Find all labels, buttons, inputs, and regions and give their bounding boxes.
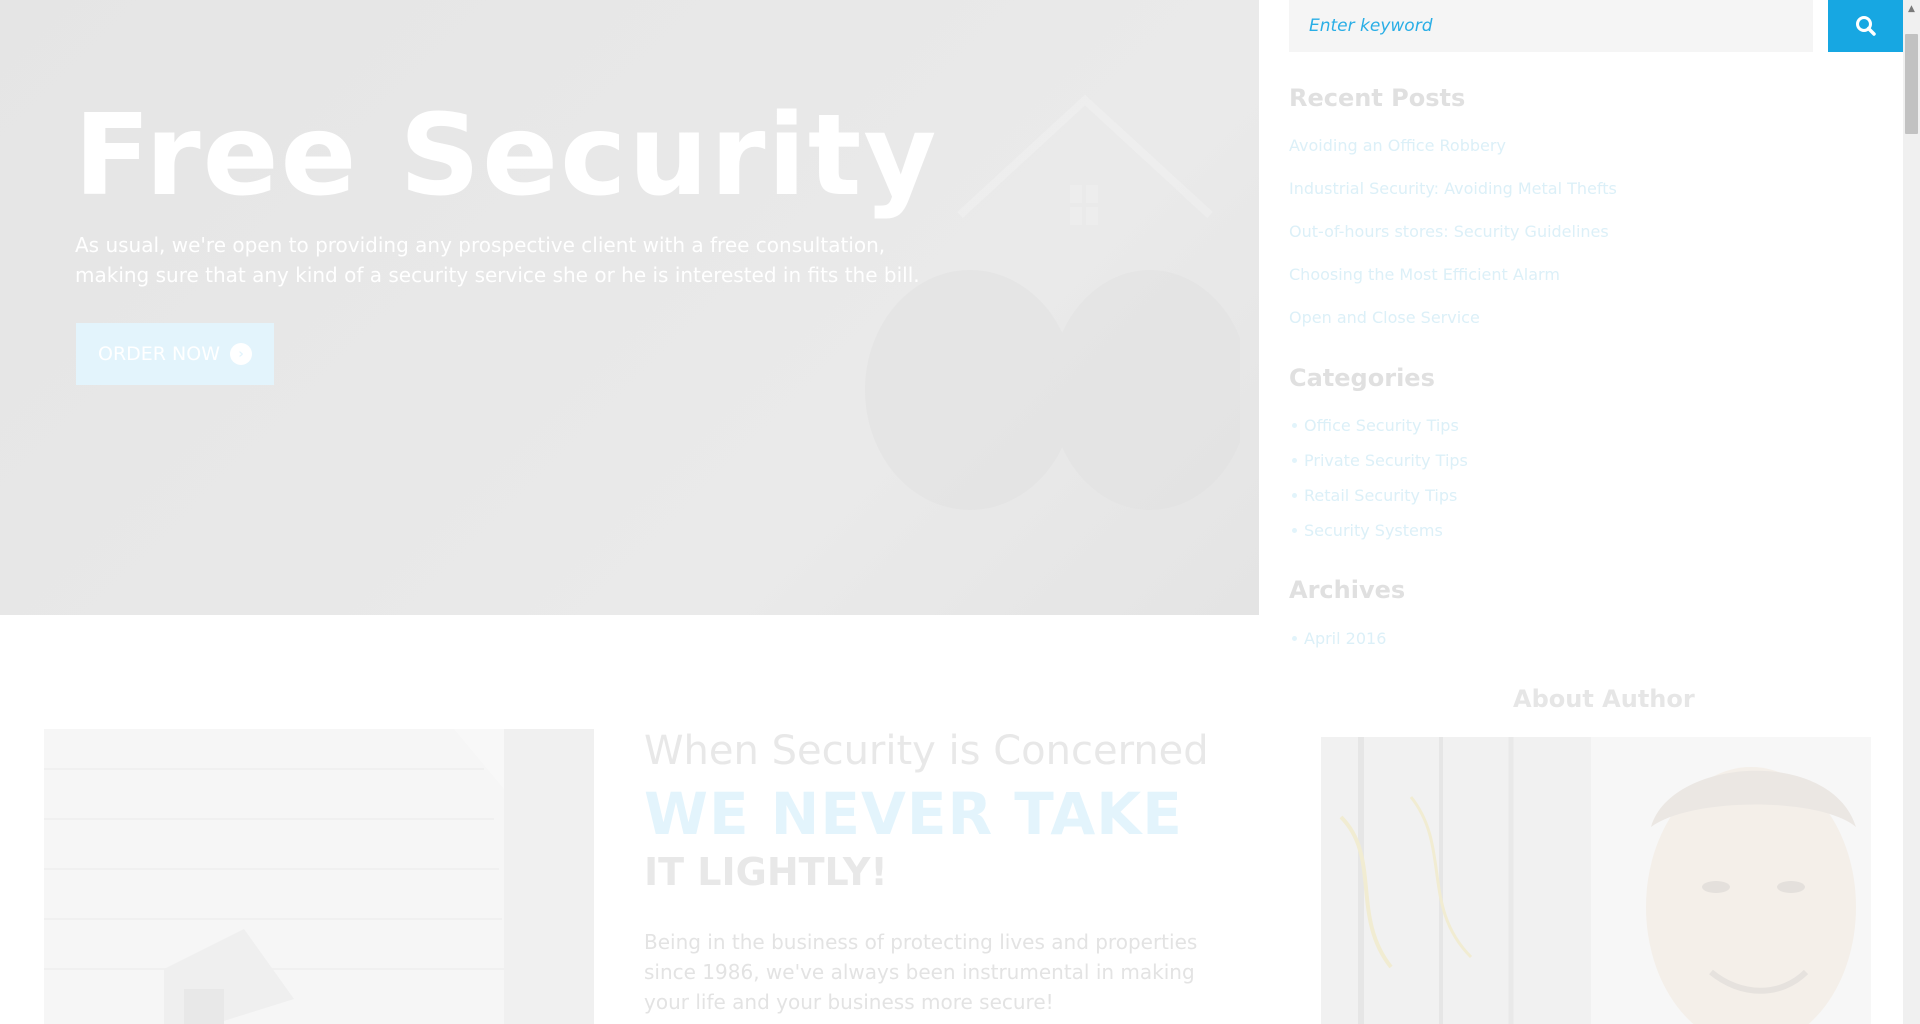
search-button[interactable] [1828,0,1903,52]
recent-post-link[interactable]: Choosing the Most Efficient Alarm [1289,265,1560,284]
order-now-button[interactable]: ORDER NOW › [76,323,274,385]
archive-label: April 2016 [1304,629,1387,648]
bullet-icon [1292,636,1297,641]
bullet-icon [1292,458,1297,463]
scroll-up-arrow-icon[interactable]: ▲ [1903,0,1920,17]
hero-banner: Free Security As usual, we're open to pr… [0,0,1259,615]
category-item[interactable]: Security Systems [1292,521,1443,540]
archive-item[interactable]: April 2016 [1292,629,1386,648]
recent-post-link[interactable]: Avoiding an Office Robbery [1289,136,1506,155]
bullet-icon [1292,423,1297,428]
bullet-icon [1292,493,1297,498]
concern-description: Being in the business of protecting live… [644,930,1198,1014]
category-label: Office Security Tips [1304,416,1459,435]
hero-description: As usual, we're open to providing any pr… [75,233,920,287]
search-input[interactable] [1289,0,1813,52]
archives-title: Archives [1289,576,1406,604]
order-now-label: ORDER NOW [98,343,220,365]
hero-title: Free Security [74,91,939,221]
recent-post-link[interactable]: Industrial Security: Avoiding Metal Thef… [1289,179,1617,198]
category-item[interactable]: Private Security Tips [1292,451,1468,470]
categories-title: Categories [1289,364,1435,392]
arrow-right-circle-icon: › [230,343,252,365]
recent-post-link[interactable]: Open and Close Service [1289,308,1480,327]
recent-post-link[interactable]: Out-of-hours stores: Security Guidelines [1289,222,1609,241]
about-author-title: About Author [1513,685,1695,713]
concern-subtitle: When Security is Concerned [644,728,1209,774]
author-photo [1321,737,1871,1024]
recent-posts-title: Recent Posts [1289,84,1466,112]
security-camera-image [44,729,594,1024]
page-scrollbar[interactable]: ▲ [1903,0,1920,1024]
category-label: Private Security Tips [1304,451,1468,470]
scrollbar-thumb[interactable] [1905,34,1918,134]
category-item[interactable]: Office Security Tips [1292,416,1459,435]
category-item[interactable]: Retail Security Tips [1292,486,1457,505]
bullet-icon [1292,528,1297,533]
concern-headline: WE NEVER TAKE [644,780,1183,848]
search-icon [1855,16,1876,36]
category-label: Security Systems [1304,521,1443,540]
category-label: Retail Security Tips [1304,486,1458,505]
concern-tail: IT LIGHTLY! [644,850,888,894]
